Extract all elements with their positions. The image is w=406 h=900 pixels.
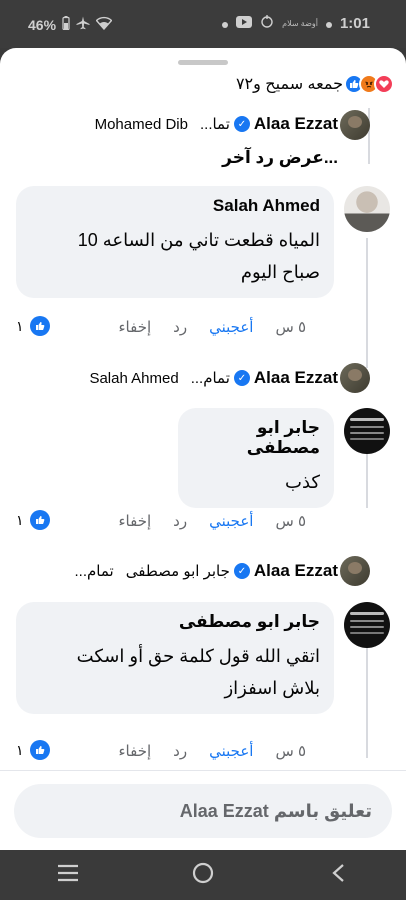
home-circle-icon <box>192 862 214 889</box>
reactions-summary[interactable]: جمعه سميح و٧٢ <box>236 74 394 94</box>
verified-badge-icon: ✓ <box>233 370 250 386</box>
youtube-icon <box>236 15 253 32</box>
battery-percent: 46% <box>28 16 57 33</box>
reaction-icons <box>344 74 394 94</box>
clock: 1:01 <box>339 14 370 32</box>
battery-icon <box>62 16 70 33</box>
hide-button[interactable]: إخفاء <box>119 318 152 336</box>
status-right: أوضة سلام 1:01 <box>222 14 370 32</box>
home-button[interactable] <box>183 860 223 890</box>
comment-time: ٥ س <box>275 319 306 336</box>
comment-actions: ٥ س أعجبني رد إخفاء <box>119 512 307 530</box>
like-count-value: ١ <box>16 317 24 334</box>
status-left: 46% <box>28 16 113 33</box>
reaction-names: جمعه سميح و٧٢ <box>235 76 343 93</box>
comment-text-line: صباح اليوم <box>240 262 320 282</box>
comment-time: ٥ س <box>275 743 306 760</box>
like-count-value: ١ <box>16 511 24 528</box>
comment-text-line: المياه قطعت تاني من الساعه 10 <box>77 230 320 250</box>
comment-text-line: كذب <box>285 472 320 492</box>
status-mini-text: أوضة سلام <box>282 18 318 28</box>
status-bar: 46% أوضة سلام 1:01 <box>0 0 406 48</box>
like-icon <box>29 316 50 336</box>
reply-author-name[interactable]: Alaa Ezzat <box>254 114 338 134</box>
avatar[interactable] <box>340 110 370 140</box>
like-count[interactable]: ١ <box>16 510 50 530</box>
comment-author-name[interactable]: Salah Ahmed <box>30 196 320 216</box>
menu-icon <box>57 864 79 887</box>
reply-preview[interactable]: Alaa Ezzat ✓ جابر ابو مصطفى تمام... <box>75 561 338 581</box>
app-notification-icon <box>260 14 274 32</box>
reply-button[interactable]: رد <box>173 512 187 530</box>
reply-mention: جابر ابو مصطفى <box>125 563 230 580</box>
wifi-icon <box>95 16 113 33</box>
like-button[interactable]: أعجبني <box>209 318 253 336</box>
view-more-replies-link[interactable]: عرض رد آخر... <box>222 148 338 168</box>
reply-snippet: تمام... <box>74 563 114 580</box>
reply-mention: Salah Ahmed <box>89 369 179 387</box>
verified-badge-icon: ✓ <box>233 116 250 132</box>
reply-button[interactable]: رد <box>173 318 187 336</box>
reply-author-name[interactable]: Alaa Ezzat <box>254 561 338 581</box>
reply-mention: Mohamed Dib <box>94 115 188 133</box>
chevron-left-icon <box>331 863 345 888</box>
reply-preview[interactable]: Alaa Ezzat ✓ تما... Mohamed Dib <box>95 114 338 134</box>
like-count[interactable]: ١ <box>16 740 50 760</box>
reply-snippet: تما... <box>199 116 230 133</box>
reply-author-name[interactable]: Alaa Ezzat <box>254 368 338 388</box>
comment-author-name[interactable]: جابر ابو مصطفى <box>192 418 320 458</box>
signal-dot-icon <box>325 15 332 32</box>
avatar[interactable] <box>344 408 390 454</box>
like-icon <box>29 510 50 530</box>
like-count[interactable]: ١ <box>16 316 50 336</box>
comment-author-name[interactable]: جابر ابو مصطفى <box>30 612 320 632</box>
reply-preview[interactable]: Alaa Ezzat ✓ تمام... Salah Ahmed <box>89 368 338 388</box>
like-button[interactable]: أعجبني <box>209 742 253 760</box>
avatar[interactable] <box>344 602 390 648</box>
comment-actions: ٥ س أعجبني رد إخفاء <box>119 742 307 760</box>
back-button[interactable] <box>318 860 358 890</box>
notification-dot-icon <box>222 15 229 32</box>
reply-button[interactable]: رد <box>173 742 187 760</box>
comment-input-placeholder: تعليق باسم Alaa Ezzat <box>179 800 372 821</box>
comment-bubble[interactable]: Salah Ahmed المياه قطعت تاني من الساعه 1… <box>16 186 334 298</box>
hide-button[interactable]: إخفاء <box>119 742 152 760</box>
comment-bubble[interactable]: جابر ابو مصطفى كذب <box>178 408 334 508</box>
thread-line <box>366 238 368 368</box>
recent-apps-button[interactable] <box>48 860 88 890</box>
reply-snippet: تمام... <box>190 370 230 387</box>
comment-bubble[interactable]: جابر ابو مصطفى اتقي الله قول كلمة حق أو … <box>16 602 334 714</box>
composer-divider <box>0 770 406 771</box>
system-nav-bar <box>0 850 406 900</box>
comment-input[interactable]: تعليق باسم Alaa Ezzat <box>14 784 392 838</box>
love-icon <box>374 74 394 94</box>
comments-sheet: جمعه سميح و٧٢ Alaa Ezzat ✓ تما... Mohame… <box>0 48 406 850</box>
like-count-value: ١ <box>16 741 24 758</box>
comment-actions: ٥ س أعجبني رد إخفاء <box>119 318 307 336</box>
drag-handle[interactable] <box>178 60 228 65</box>
avatar[interactable] <box>340 363 370 393</box>
airplane-icon <box>76 16 90 33</box>
hide-button[interactable]: إخفاء <box>119 512 152 530</box>
like-icon <box>29 740 50 760</box>
verified-badge-icon: ✓ <box>233 563 250 579</box>
comment-text-line: اتقي الله قول كلمة حق أو اسكت <box>76 646 320 666</box>
thread-line <box>368 108 370 164</box>
avatar[interactable] <box>344 186 390 232</box>
avatar[interactable] <box>340 556 370 586</box>
comment-time: ٥ س <box>275 513 306 530</box>
comment-text-line: بلاش اسفزاز <box>224 678 320 698</box>
like-button[interactable]: أعجبني <box>209 512 253 530</box>
